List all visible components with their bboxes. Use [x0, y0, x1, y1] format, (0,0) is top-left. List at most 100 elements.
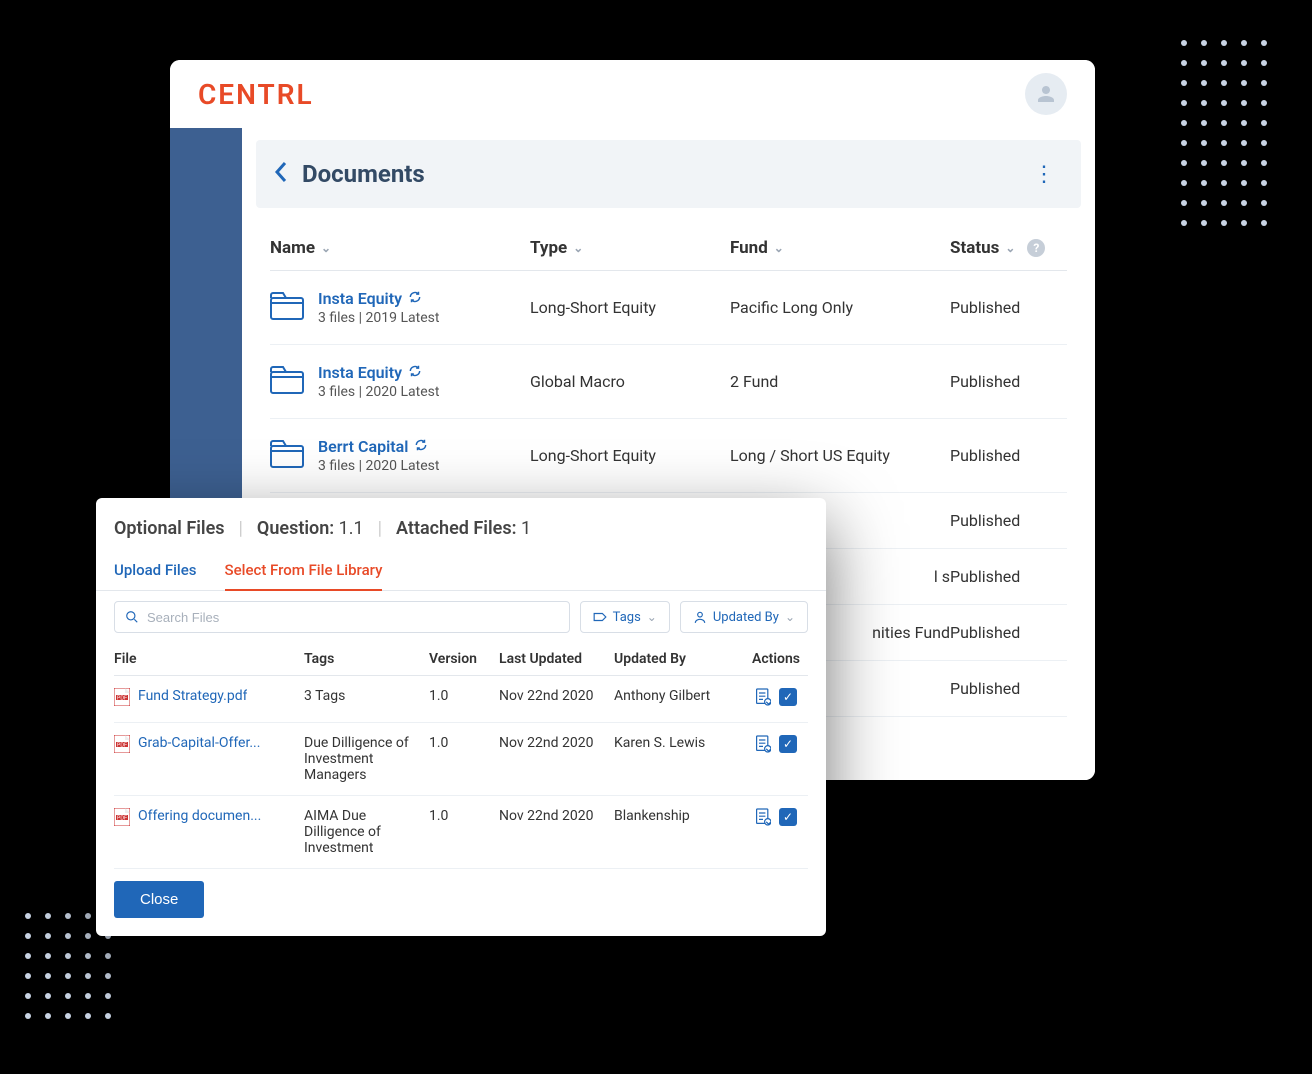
folder-name[interactable]: Insta Equity [318, 363, 439, 382]
column-type[interactable]: Type⌄ [530, 238, 730, 258]
refresh-icon [408, 363, 422, 382]
page-header: Documents ⋮ [256, 140, 1081, 208]
file-library-table: File Tags Version Last Updated Updated B… [96, 643, 826, 869]
file-version: 1.0 [429, 808, 499, 824]
column-fund[interactable]: Fund⌄ [730, 238, 950, 258]
file-updated-by: Anthony Gilbert [614, 688, 744, 704]
file-last-updated: Nov 22nd 2020 [499, 735, 614, 751]
folder-name[interactable]: Berrt Capital [318, 437, 439, 456]
preview-icon[interactable] [755, 688, 771, 706]
tag-icon [593, 611, 607, 623]
chevron-down-icon: ⌄ [1005, 241, 1015, 255]
pdf-icon: PDF [114, 808, 130, 830]
pdf-icon: PDF [114, 735, 130, 757]
file-name[interactable]: Fund Strategy.pdf [138, 688, 247, 704]
file-name[interactable]: Offering documen... [138, 808, 261, 824]
table-row[interactable]: Insta Equity 3 files | 2020 Latest Globa… [270, 345, 1067, 419]
cell-status: Published [950, 437, 1067, 474]
cell-type: Long-Short Equity [530, 437, 730, 474]
select-checkbox[interactable]: ✓ [779, 688, 797, 706]
file-row[interactable]: PDF Offering documen... AIMA Due Dilligenc… [114, 796, 808, 869]
cell-status: Published [950, 511, 1067, 530]
file-row[interactable]: PDF Fund Strategy.pdf 3 Tags1.0Nov 22nd 20… [114, 676, 808, 723]
file-tags: AIMA Due Dilligence of Investment [304, 808, 429, 856]
help-icon[interactable]: ? [1027, 239, 1045, 257]
cell-status: Published [950, 567, 1067, 586]
user-icon [1034, 82, 1058, 106]
cell-type: Global Macro [530, 363, 730, 400]
folder-icon [270, 440, 304, 472]
brand-logo: CENTRL [198, 78, 314, 111]
folder-name[interactable]: Insta Equity [318, 289, 439, 308]
file-last-updated: Nov 22nd 2020 [499, 808, 614, 824]
col-actions: Actions [744, 651, 808, 667]
back-chevron-icon[interactable] [274, 161, 288, 188]
svg-text:PDF: PDF [117, 696, 127, 702]
file-name[interactable]: Grab-Capital-Offer... [138, 735, 260, 751]
more-menu-icon[interactable]: ⋮ [1025, 162, 1063, 187]
page-title: Documents [302, 160, 425, 188]
cell-status: Published [950, 289, 1067, 326]
avatar[interactable] [1025, 73, 1067, 115]
refresh-icon [414, 437, 428, 456]
file-tags: 3 Tags [304, 688, 429, 704]
question-label: Question: [257, 518, 334, 539]
user-icon [693, 610, 707, 624]
chevron-down-icon: ⌄ [785, 610, 795, 624]
folder-meta: 3 files | 2020 Latest [318, 458, 439, 474]
tab-select-from-library[interactable]: Select From File Library [225, 551, 383, 591]
file-last-updated: Nov 22nd 2020 [499, 688, 614, 704]
table-row[interactable]: Insta Equity 3 files | 2019 Latest Long-… [270, 271, 1067, 345]
preview-icon[interactable] [755, 808, 771, 826]
modal-header: Optional Files | Question: 1.1 | Attache… [96, 498, 826, 551]
topbar: CENTRL [170, 60, 1095, 128]
cell-fund: Pacific Long Only [730, 289, 950, 326]
cell-fund: Long / Short US Equity [730, 437, 950, 474]
file-version: 1.0 [429, 735, 499, 751]
modal-tabs: Upload Files Select From File Library [96, 551, 826, 591]
optional-files-label: Optional Files [114, 518, 225, 539]
folder-icon [270, 292, 304, 324]
table-row[interactable]: Berrt Capital 3 files | 2020 Latest Long… [270, 419, 1067, 493]
search-icon [125, 610, 139, 624]
chevron-down-icon: ⌄ [647, 610, 657, 624]
attached-files-value: 1 [521, 518, 531, 539]
tags-filter[interactable]: Tags ⌄ [580, 601, 670, 633]
col-updated-by: Updated By [614, 651, 744, 667]
cell-status: Published [950, 679, 1067, 698]
pdf-icon: PDF [114, 688, 130, 710]
folder-icon [270, 366, 304, 398]
file-row[interactable]: PDFGrab-Capital-Offer...Due Dilligence o… [114, 723, 808, 796]
updated-by-filter[interactable]: Updated By ⌄ [680, 601, 808, 633]
select-checkbox[interactable]: ✓ [779, 735, 797, 753]
chevron-down-icon: ⌄ [573, 241, 583, 255]
col-file: File [114, 651, 304, 667]
column-status[interactable]: Status⌄? [950, 238, 1067, 258]
modal-footer: Close [96, 869, 826, 936]
tab-upload-files[interactable]: Upload Files [114, 551, 197, 590]
file-version: 1.0 [429, 688, 499, 704]
cell-type: Long-Short Equity [530, 289, 730, 326]
col-last-updated: Last Updated [499, 651, 614, 667]
search-input[interactable] [147, 610, 559, 625]
col-tags: Tags [304, 651, 429, 667]
folder-meta: 3 files | 2020 Latest [318, 384, 439, 400]
search-box[interactable] [114, 601, 570, 633]
decorative-dots-tr [1181, 40, 1267, 226]
cell-status: Published [950, 623, 1067, 642]
table-header: Name⌄ Type⌄ Fund⌄ Status⌄? [270, 226, 1067, 271]
file-updated-by: Karen S. Lewis [614, 735, 744, 751]
preview-icon[interactable] [755, 735, 771, 753]
column-name[interactable]: Name⌄ [270, 238, 530, 258]
svg-text:PDF: PDF [117, 743, 127, 749]
col-version: Version [429, 651, 499, 667]
file-table-header: File Tags Version Last Updated Updated B… [114, 643, 808, 676]
chevron-down-icon: ⌄ [774, 241, 784, 255]
file-picker-modal: Optional Files | Question: 1.1 | Attache… [96, 498, 826, 936]
attached-files-label: Attached Files: [396, 518, 516, 539]
chevron-down-icon: ⌄ [321, 241, 331, 255]
select-checkbox[interactable]: ✓ [779, 808, 797, 826]
folder-meta: 3 files | 2019 Latest [318, 310, 439, 326]
filter-bar: Tags ⌄ Updated By ⌄ [96, 591, 826, 643]
close-button[interactable]: Close [114, 881, 204, 918]
